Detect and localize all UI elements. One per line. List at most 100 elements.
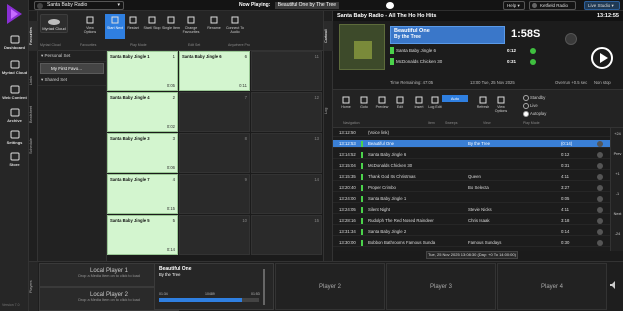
cart-cell[interactable]: 7 xyxy=(179,92,250,132)
auto-button[interactable]: Auto xyxy=(442,95,468,102)
log-duration: (0:14) xyxy=(561,141,573,146)
sidebar-item-settings[interactable]: Settings xyxy=(0,130,29,145)
log-row[interactable]: 13:31:34 Santa Baby Jingle 2 0:14 xyxy=(333,228,610,236)
log-row[interactable]: 13:12:53 Beautiful One By the Tree (0:14) xyxy=(333,140,610,148)
skip-next-button[interactable] xyxy=(565,33,577,45)
log-row[interactable]: 13:24:05 Silent Night Stevie Nicks 4:11 xyxy=(333,206,610,214)
log-nav-1[interactable]: Prev xyxy=(612,152,623,156)
cart-number: 7 xyxy=(244,95,247,100)
cart-cell[interactable]: Santa Baby Jingle 5 5 0:14 xyxy=(107,215,178,255)
log-row[interactable]: 13:28:16 Rudolph The Red Nosed Raindeer Ch… xyxy=(333,217,610,225)
single-item-button[interactable]: Single Item xyxy=(161,15,181,30)
sidebar-item-myriad-cloud[interactable]: Myriad Cloud xyxy=(0,60,29,75)
shared-set-group[interactable]: ▾ Shared Set xyxy=(38,75,106,86)
user-button[interactable]: Ketfield Radio xyxy=(529,1,576,10)
cart-cell[interactable]: 10 xyxy=(179,215,250,255)
restart-button[interactable]: Restart xyxy=(123,15,143,30)
toolbar-group-label: View xyxy=(483,121,491,125)
player-1-volume-slider[interactable] xyxy=(263,269,265,305)
cart-number: 3 xyxy=(172,136,175,141)
log-nav-5[interactable]: -24 xyxy=(612,232,623,236)
log-nav-2[interactable]: +1 xyxy=(612,172,623,176)
tab-links[interactable]: Links xyxy=(29,66,38,96)
help-button[interactable]: Help ▾ xyxy=(503,1,525,10)
log-title: Rudolph The Red Nosed Raindeer xyxy=(368,218,434,223)
toolbar-icon xyxy=(360,96,368,104)
log-row[interactable]: 13:15:35 Thank God Its Christmas Queen 4:11 xyxy=(333,173,610,181)
sidebar-item-dashboard[interactable]: Dashboard xyxy=(0,35,29,50)
log-nav-4[interactable]: Next xyxy=(612,212,623,216)
log-time: 13:31:34 xyxy=(339,229,356,234)
edit-button[interactable]: Edit xyxy=(392,96,408,109)
cart-cell[interactable]: 8 xyxy=(179,133,250,173)
log-row[interactable]: 13:24:00 Santa Baby Jingle 1 0:05 xyxy=(333,195,610,203)
log-nav-3[interactable]: -1 xyxy=(612,192,623,196)
log-nav-0[interactable]: +24 xyxy=(612,132,623,136)
sidebar-item-store[interactable]: Store xyxy=(0,152,29,167)
log-row[interactable]: 13:14:52 Santa Baby Jingle 6 0:12 xyxy=(333,151,610,159)
cart-cell[interactable]: 12 xyxy=(251,92,322,132)
players-tab[interactable]: Players xyxy=(29,262,38,311)
log-row[interactable]: 13:20:40 Proper Crimbo Bo Selecta 3:27 xyxy=(333,184,610,192)
player-3[interactable]: Player 3 xyxy=(386,263,496,310)
log-row[interactable]: 13:15:04 McDonalds Chicken 30 0:31 xyxy=(333,162,610,170)
sidebar-item-web-content[interactable]: Web Content xyxy=(0,85,29,100)
change-favourites-button[interactable]: Change Favourites xyxy=(181,15,201,34)
radio-standby[interactable]: Standby xyxy=(523,95,545,101)
log-row[interactable]: 13:12:50 (Voice link) xyxy=(333,129,610,137)
connect-to-audio-button[interactable]: Connect To Audio xyxy=(225,15,245,34)
view-options-button[interactable]: View Options xyxy=(80,15,100,34)
player-1[interactable]: Beautiful One By the Tree 01:34 10489 01… xyxy=(154,263,274,310)
player-1-progress[interactable] xyxy=(159,298,259,302)
tab-schedule[interactable]: Schedule xyxy=(29,131,38,161)
next-item[interactable]: Santa Baby Jingle 6 0:12 xyxy=(390,47,550,55)
player-2[interactable]: Player 2 xyxy=(275,263,385,310)
log-time: 13:12:50 xyxy=(339,130,356,135)
cart-duration: 0:02 xyxy=(166,124,175,129)
log-row[interactable]: 13:30:00 Bobbon Bathrooms Famous Sunda Fam… xyxy=(333,239,610,247)
log-time: 13:15:04 xyxy=(339,163,356,168)
play-next-button[interactable] xyxy=(591,47,613,69)
home-button[interactable]: Home xyxy=(338,96,354,109)
cart-cell[interactable]: Santa Baby Jingle 1 1 0:05 xyxy=(107,51,178,91)
set-item-selected[interactable]: My First Favo... xyxy=(40,63,104,74)
rename-button[interactable]: Rename xyxy=(204,15,224,30)
studio-selector[interactable]: Live Studio ▾ xyxy=(584,1,620,10)
cart-cell[interactable]: Santa Baby Jingle 3 3 0:06 xyxy=(107,133,178,173)
cart-cell[interactable]: Santa Baby Jingle 4 2 0:02 xyxy=(107,92,178,132)
status-icon xyxy=(597,185,603,191)
avatar xyxy=(532,3,537,8)
log-edit-button[interactable]: Log Edit xyxy=(427,96,443,109)
start-next-button[interactable]: Start Next xyxy=(105,14,125,39)
myriad-cloud-button[interactable]: Myriad Cloud xyxy=(40,14,68,33)
goto-button[interactable]: Goto xyxy=(356,96,372,109)
start-stop-button[interactable]: Start/ Stop xyxy=(142,15,162,30)
cart-cell[interactable]: 15 xyxy=(251,215,322,255)
tab-beatsheet[interactable]: Beatsheet xyxy=(29,99,38,129)
view-options-button[interactable]: View Options xyxy=(493,96,509,113)
cart-cell[interactable]: Santa Baby Jingle 7 4 0:15 xyxy=(107,174,178,214)
radio-live[interactable]: Live xyxy=(523,103,538,109)
station-name: Santa Baby Radio xyxy=(47,2,88,8)
cart-number: 5 xyxy=(172,218,175,223)
play-icon[interactable] xyxy=(386,2,394,9)
next-item[interactable]: McDonalds Chicken 30 0:31 xyxy=(390,58,550,66)
preview-button[interactable]: Preview xyxy=(374,96,390,109)
cart-cell[interactable]: 9 xyxy=(179,174,250,214)
radio-autoplay[interactable]: Autoplay xyxy=(523,111,546,117)
tab-favourites[interactable]: Favourites xyxy=(29,21,38,51)
cart-cell[interactable]: 11 xyxy=(251,51,322,91)
chevron-down-icon: ▾ xyxy=(117,2,120,8)
web-icon xyxy=(10,85,20,94)
insert-button[interactable]: Insert xyxy=(411,96,427,109)
cart-cell[interactable]: Santa Baby Jingle 6 6 0:11 xyxy=(179,51,250,91)
speaker-icon[interactable] xyxy=(609,280,619,290)
station-selector[interactable]: Santa Baby Radio ▾ xyxy=(34,1,124,10)
refresh-button[interactable]: Refresh xyxy=(475,96,491,109)
personal-set-group[interactable]: ▾ Personal Set xyxy=(38,51,106,62)
cart-cell[interactable]: 14 xyxy=(251,174,322,214)
cart-cell[interactable]: 13 xyxy=(251,133,322,173)
sidebar-item-archive[interactable]: Archive xyxy=(0,108,29,123)
player-4[interactable]: Player 4 xyxy=(497,263,607,310)
current-item[interactable]: Beautiful One By the Tree xyxy=(390,26,505,44)
